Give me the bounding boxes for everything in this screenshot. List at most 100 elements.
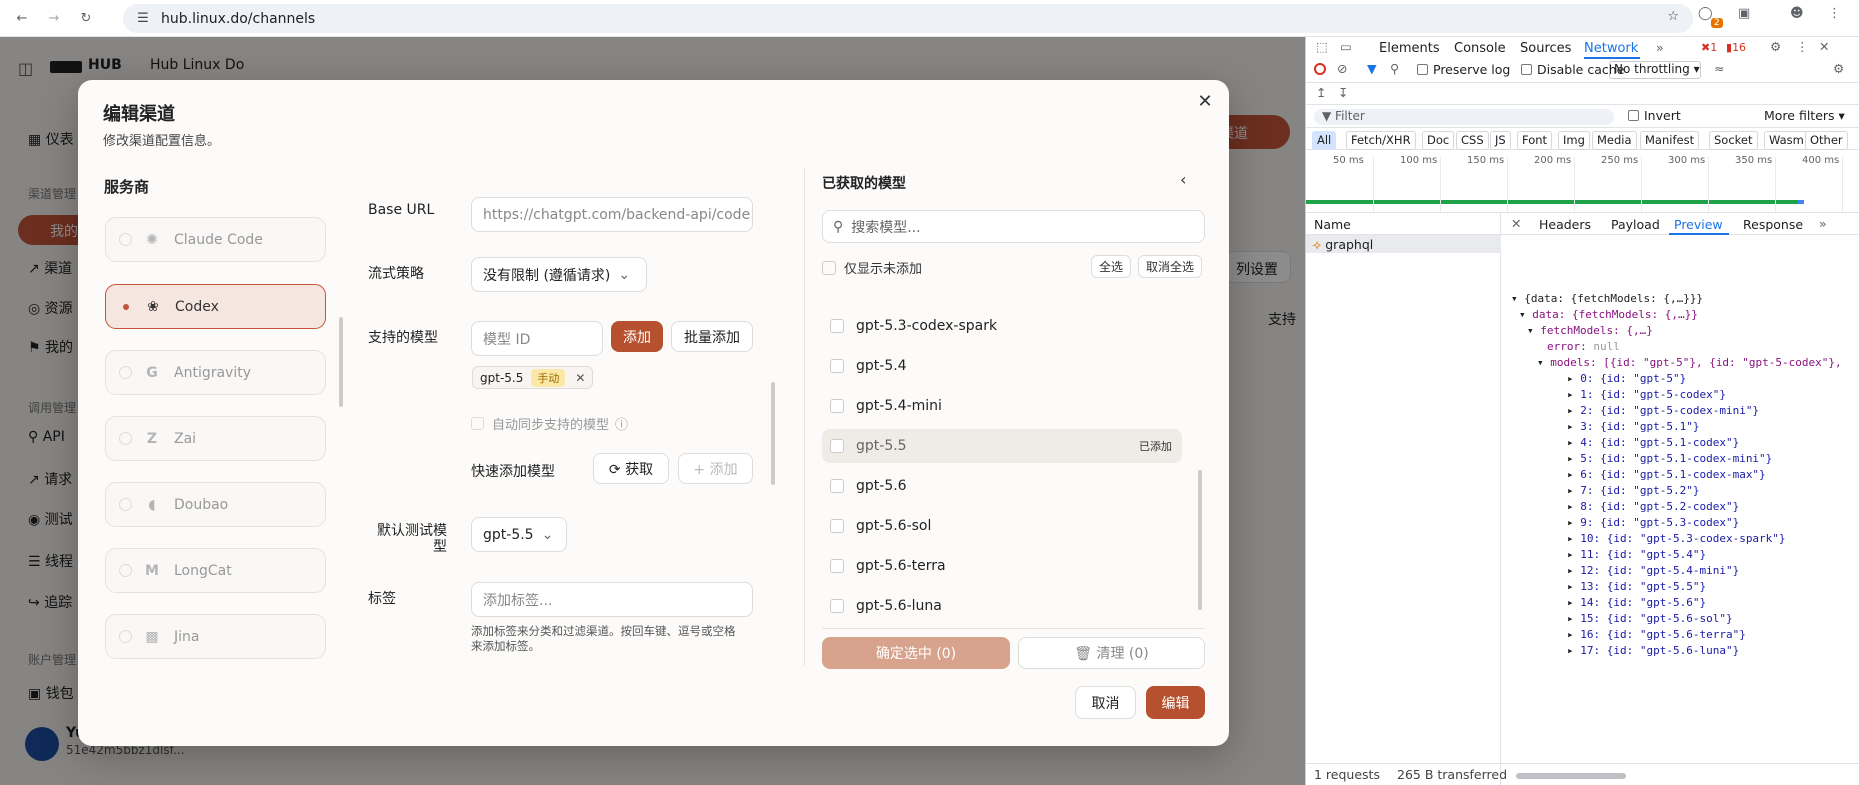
network-settings-icon[interactable]: ⚙	[1833, 61, 1844, 76]
provider-codex[interactable]: ❀ Codex	[105, 284, 326, 329]
type-filter-socket[interactable]: Socket	[1709, 131, 1758, 150]
expand-arrow-icon[interactable]: ▸	[1567, 436, 1580, 449]
json-model-item[interactable]: ▸ 11: {id: "gpt-5.4"}	[1567, 548, 1706, 561]
settings-icon[interactable]: ⚙	[1770, 39, 1781, 54]
model-row[interactable]: gpt-5.6-luna	[822, 589, 1182, 623]
more-filters-dropdown[interactable]: More filters ▾	[1764, 108, 1845, 123]
provider-jina[interactable]: ▩ Jina	[105, 614, 326, 659]
name-column-header[interactable]: Name	[1306, 213, 1501, 235]
more-tabs-icon[interactable]: »	[1819, 216, 1827, 231]
expand-arrow-icon[interactable]: ▸	[1567, 404, 1580, 417]
quick-add-button[interactable]: + 添加	[678, 453, 753, 484]
type-filter-js[interactable]: JS	[1490, 131, 1511, 150]
expand-arrow-icon[interactable]: ▸	[1567, 500, 1580, 513]
tab-network[interactable]: Network	[1584, 41, 1638, 56]
menu-icon[interactable]: ⋮	[1828, 6, 1841, 21]
expand-arrow-icon[interactable]: ▸	[1567, 516, 1580, 529]
json-data[interactable]: ▾ data: {fetchModels: {,…}}	[1519, 308, 1698, 321]
auto-sync-checkbox[interactable]: 自动同步支持的模型 ⓘ	[471, 414, 628, 433]
expand-arrow-icon[interactable]: ▸	[1567, 564, 1580, 577]
kebab-menu-icon[interactable]: ⋮	[1796, 39, 1809, 54]
model-row[interactable]: gpt-5.6-terra	[822, 549, 1182, 583]
filter-input[interactable]: ▼ Filter	[1314, 109, 1614, 125]
json-root[interactable]: ▾ {data: {fetchModels: {,…}}}	[1511, 292, 1703, 305]
clear-log-icon[interactable]: ⊘	[1337, 61, 1347, 76]
type-filter-media[interactable]: Media	[1592, 131, 1637, 150]
export-icon[interactable]: ↧	[1338, 85, 1348, 100]
json-model-item[interactable]: ▸ 7: {id: "gpt-5.2"}	[1567, 484, 1699, 497]
json-model-item[interactable]: ▸ 1: {id: "gpt-5-codex"}	[1567, 388, 1726, 401]
preserve-log-checkbox[interactable]	[1417, 64, 1428, 75]
provider-zai[interactable]: Z Zai	[105, 416, 326, 461]
type-filter-wasm[interactable]: Wasm	[1764, 131, 1809, 150]
cancel-button[interactable]: 取消	[1075, 686, 1136, 719]
import-icon[interactable]: ↥	[1316, 85, 1326, 100]
checkbox[interactable]	[830, 479, 844, 493]
expand-arrow-icon[interactable]: ▸	[1567, 580, 1580, 593]
tab-sources[interactable]: Sources	[1520, 41, 1571, 56]
json-model-item[interactable]: ▸ 17: {id: "gpt-5.6-luna"}	[1567, 644, 1739, 657]
json-fetchmodels[interactable]: ▾ fetchModels: {,…}	[1527, 324, 1653, 337]
expand-arrow-icon[interactable]: ▸	[1567, 468, 1580, 481]
more-tabs-icon[interactable]: »	[1656, 40, 1664, 55]
puzzle-icon[interactable]: ▣	[1738, 6, 1750, 21]
default-test-model-select[interactable]: gpt-5.5 ⌄	[471, 517, 567, 552]
info-icon[interactable]: ⓘ	[615, 414, 628, 433]
select-all-button[interactable]: 全选	[1091, 255, 1132, 278]
only-unadded-checkbox[interactable]: 仅显示未添加	[822, 258, 922, 277]
model-row[interactable]: gpt-5.4-mini	[822, 389, 1182, 423]
search-icon[interactable]: ⚲	[1390, 61, 1399, 76]
tags-input[interactable]: 添加标签...	[471, 582, 753, 617]
checkbox[interactable]	[471, 417, 484, 430]
expand-arrow-icon[interactable]: ▸	[1567, 372, 1580, 385]
error-count[interactable]: ✖1	[1701, 41, 1717, 54]
json-model-item[interactable]: ▸ 10: {id: "gpt-5.3-codex-spark"}	[1567, 532, 1786, 545]
bulk-add-button[interactable]: 批量添加	[671, 321, 753, 352]
forward-icon[interactable]: →	[40, 4, 68, 32]
json-model-item[interactable]: ▸ 9: {id: "gpt-5.3-codex"}	[1567, 516, 1739, 529]
checkbox[interactable]	[830, 319, 844, 333]
bookmark-star-icon[interactable]: ☆	[1667, 9, 1679, 24]
json-model-item[interactable]: ▸ 16: {id: "gpt-5.6-terra"}	[1567, 628, 1746, 641]
checkbox[interactable]	[830, 519, 844, 533]
provider-antigravity[interactable]: G Antigravity	[105, 350, 326, 395]
throttling-select[interactable]: No throttling ▾	[1609, 61, 1701, 79]
clear-button[interactable]: 🗑 清理 (0)	[1018, 637, 1205, 669]
type-filter-doc[interactable]: Doc	[1422, 131, 1455, 150]
model-list-scrollbar[interactable]	[1198, 470, 1202, 610]
type-filter-manifest[interactable]: Manifest	[1640, 131, 1700, 150]
checkbox[interactable]	[822, 260, 836, 275]
request-row[interactable]: ⟢ graphql	[1306, 235, 1501, 253]
model-search-input[interactable]: ⚲ 搜索模型...	[822, 210, 1205, 243]
horizontal-scrollbar[interactable]	[1516, 773, 1626, 779]
filter-icon[interactable]: ▼	[1367, 61, 1377, 76]
model-row[interactable]: gpt-5.6	[822, 469, 1182, 503]
checkbox[interactable]	[830, 359, 844, 373]
model-row[interactable]: gpt-5.5 已添加	[822, 429, 1182, 463]
checkbox[interactable]	[830, 399, 844, 413]
json-model-item[interactable]: ▸ 4: {id: "gpt-5.1-codex"}	[1567, 436, 1739, 449]
type-filter-all[interactable]: All	[1312, 131, 1337, 150]
expand-arrow-icon[interactable]: ▸	[1567, 532, 1580, 545]
form-scrollbar[interactable]	[771, 382, 775, 485]
add-model-button[interactable]: 添加	[611, 321, 663, 352]
remove-chip-icon[interactable]: ✕	[575, 371, 585, 385]
type-filter-css[interactable]: CSS	[1456, 131, 1489, 150]
json-model-item[interactable]: ▸ 13: {id: "gpt-5.5"}	[1567, 580, 1706, 593]
json-models[interactable]: ▾ models: [{id: "gpt-5"}, {id: "gpt-5-co…	[1537, 356, 1842, 369]
json-model-item[interactable]: ▸ 0: {id: "gpt-5"}	[1567, 372, 1686, 385]
expand-arrow-icon[interactable]: ▸	[1567, 420, 1580, 433]
type-filter-img[interactable]: Img	[1558, 131, 1590, 150]
tab-payload[interactable]: Payload	[1611, 217, 1660, 232]
provider-doubao[interactable]: ◖ Doubao	[105, 482, 326, 527]
site-info-icon[interactable]: ☰	[133, 9, 153, 29]
type-filter-other[interactable]: Other	[1805, 131, 1848, 150]
json-model-item[interactable]: ▸ 12: {id: "gpt-5.4-mini"}	[1567, 564, 1739, 577]
address-bar[interactable]: ☰ hub.linux.do/channels ☆	[123, 4, 1693, 33]
checkbox[interactable]	[830, 559, 844, 573]
fetch-models-button[interactable]: ⟳ 获取	[593, 453, 669, 484]
model-row[interactable]: gpt-5.3-codex-spark	[822, 309, 1182, 343]
network-conditions-icon[interactable]: ≈	[1714, 61, 1724, 76]
json-model-item[interactable]: ▸ 2: {id: "gpt-5-codex-mini"}	[1567, 404, 1759, 417]
type-filter-font[interactable]: Font	[1517, 131, 1553, 150]
